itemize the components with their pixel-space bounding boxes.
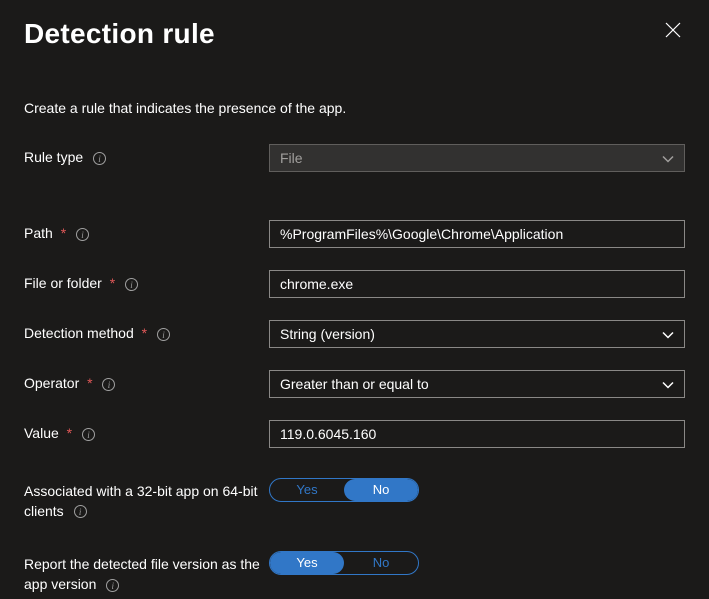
info-icon[interactable]: i [125,278,138,291]
close-icon [665,22,681,38]
assoc-32bit-label: Associated with a 32-bit app on 64-bit c… [24,483,257,519]
info-icon[interactable]: i [102,378,115,391]
file-or-folder-input[interactable]: chrome.exe [269,270,685,298]
operator-value: Greater than or equal to [280,376,429,392]
rule-type-select[interactable]: File [269,144,685,172]
required-marker: * [61,225,66,241]
operator-select[interactable]: Greater than or equal to [269,370,685,398]
file-or-folder-label: File or folder [24,275,102,291]
path-input[interactable]: %ProgramFiles%\Google\Chrome\Application [269,220,685,248]
assoc-32bit-no[interactable]: No [344,479,418,501]
detection-method-value: String (version) [280,326,375,342]
required-marker: * [87,375,92,391]
info-icon[interactable]: i [106,579,119,592]
detection-method-label: Detection method [24,325,134,341]
required-marker: * [142,325,147,341]
value-text: 119.0.6045.160 [280,426,376,442]
value-input[interactable]: 119.0.6045.160 [269,420,685,448]
rule-type-label: Rule type [24,149,83,165]
path-label: Path [24,225,53,241]
info-icon[interactable]: i [82,428,95,441]
info-icon[interactable]: i [74,505,87,518]
report-version-toggle[interactable]: Yes No [269,551,419,575]
path-value: %ProgramFiles%\Google\Chrome\Application [280,226,563,242]
assoc-32bit-toggle[interactable]: Yes No [269,478,419,502]
required-marker: * [67,425,72,441]
required-marker: * [110,275,115,291]
info-icon[interactable]: i [93,152,106,165]
value-label: Value [24,425,59,441]
rule-type-value: File [280,150,303,166]
assoc-32bit-yes[interactable]: Yes [270,479,344,501]
info-icon[interactable]: i [157,328,170,341]
detection-method-select[interactable]: String (version) [269,320,685,348]
close-button[interactable] [661,18,685,45]
file-or-folder-value: chrome.exe [280,276,353,292]
report-version-label: Report the detected file version as the … [24,556,260,592]
info-icon[interactable]: i [76,228,89,241]
report-version-no[interactable]: No [344,552,418,574]
page-subtitle: Create a rule that indicates the presenc… [24,100,685,116]
page-title: Detection rule [24,18,215,50]
report-version-yes[interactable]: Yes [270,552,344,574]
operator-label: Operator [24,375,79,391]
